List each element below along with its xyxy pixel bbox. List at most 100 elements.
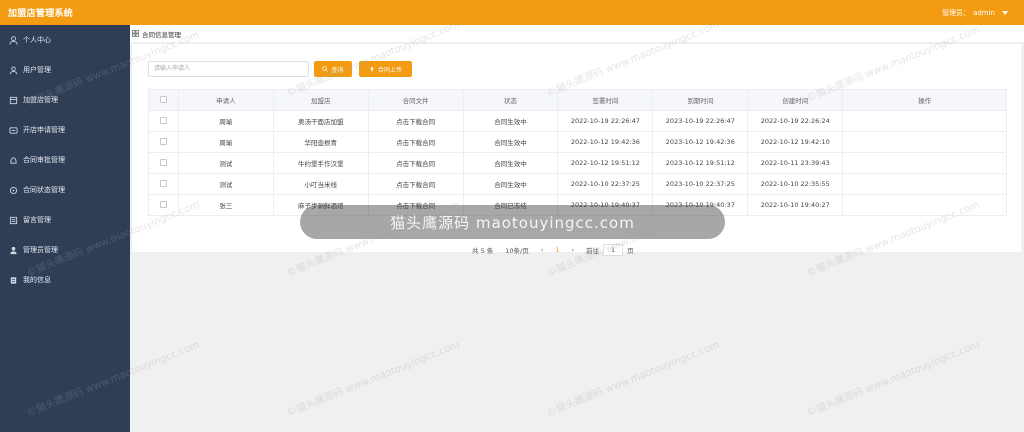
store-cell: 小叮当米线 (273, 173, 369, 195)
breadcrumb-label: 合同信息管理 (142, 30, 181, 39)
column-header: 加盟店 (273, 89, 369, 111)
status-cell: 合同生效中 (463, 152, 559, 174)
expire-time-cell: 2023-10-12 19:51:12 (652, 152, 749, 174)
status-cell: 合同生效中 (463, 131, 559, 153)
sidebar-item-label: 合同状态管理 (23, 186, 65, 194)
store-cell: 奥汤干面店加盟 (273, 110, 369, 132)
created-time-cell: 2022-10-12 19:42:10 (747, 131, 844, 153)
row-checkbox[interactable] (159, 200, 167, 208)
sidebar-item-applications[interactable]: 开店申请管理 (0, 115, 130, 145)
pagination: 共 5 条 10条/页 ‹ 1 › 前往 1 页 (472, 244, 634, 256)
actions-cell (842, 110, 1007, 132)
created-time-cell: 2022-10-10 22:35:55 (747, 173, 844, 195)
page-suffix: 页 (627, 247, 634, 255)
page-size-select[interactable]: 10条/页 (505, 245, 528, 255)
upload-contract-button[interactable]: 合同上传 (359, 61, 412, 77)
admin-icon (9, 246, 18, 255)
created-time-cell: 2022-10-10 19:40:27 (747, 194, 844, 216)
sidebar-item-contract-approval[interactable]: 合同审批管理 (0, 145, 130, 175)
store-icon (9, 96, 18, 105)
table-row: 测试 小叮当米线 点击下载合同 合同生效中 2022-10-10 22:37:2… (148, 173, 1007, 195)
search-button[interactable]: 查询 (314, 61, 352, 77)
column-header: 合同文件 (368, 89, 464, 111)
top-bar: 加盟店管理系统 管理员： admin (0, 0, 1024, 25)
actions-cell (842, 194, 1007, 216)
prev-page-icon[interactable]: ‹ (541, 246, 544, 254)
upload-button-label: 合同上传 (377, 66, 402, 74)
search-icon (322, 66, 329, 72)
admin-name: admin (973, 9, 995, 17)
goto-page-input[interactable]: 1 (603, 244, 624, 256)
sidebar-item-label: 合同审批管理 (23, 156, 65, 164)
status-cell: 合同生效中 (463, 173, 559, 195)
table-row: 周瑜 奥汤干面店加盟 点击下载合同 合同生效中 2022-10-19 22:26… (148, 110, 1007, 132)
table-header-row: 申请人 加盟店 合同文件 状态 签署时间 到期时间 创建时间 操作 (148, 89, 1007, 111)
signed-time-cell: 2022-10-12 19:51:12 (557, 152, 654, 174)
expire-time-cell: 2023-10-19 22:26:47 (652, 110, 749, 132)
store-cell: 牛约堡手作汉堡 (273, 152, 369, 174)
column-header: 申请人 (178, 89, 274, 111)
admin-menu[interactable]: 管理员： admin (942, 8, 1008, 18)
upload-icon (370, 66, 374, 72)
status-cell: 合同生效中 (463, 110, 559, 132)
applicant-cell: 周瑜 (178, 110, 274, 132)
sidebar-item-stores[interactable]: 加盟店管理 (0, 85, 130, 115)
actions-cell (842, 152, 1007, 174)
row-checkbox[interactable] (159, 116, 167, 124)
applicant-cell: 测试 (178, 152, 274, 174)
table-row: 周瑜 华阳壶根青 点击下载合同 合同生效中 2022-10-12 19:42:3… (148, 131, 1007, 153)
applicant-cell: 测试 (178, 173, 274, 195)
person-icon (9, 35, 18, 45)
contract-table: 申请人 加盟店 合同文件 状态 签署时间 到期时间 创建时间 操作 周瑜 奥汤干… (148, 89, 1007, 216)
row-checkbox[interactable] (159, 158, 167, 166)
sidebar-item-my-info[interactable]: 我的信息 (0, 265, 130, 295)
table-row: 测试 牛约堡手作汉堡 点击下载合同 合同生效中 2022-10-12 19:51… (148, 152, 1007, 174)
applicant-cell: 周瑜 (178, 131, 274, 153)
sidebar-item-profile[interactable]: 个人中心 (0, 25, 130, 55)
signed-time-cell: 2022-10-10 22:37:25 (557, 173, 654, 195)
grid-icon (132, 30, 139, 37)
applicant-cell: 张三 (178, 194, 274, 216)
sidebar-item-label: 留言管理 (23, 216, 51, 224)
sidebar: 个人中心 用户管理 加盟店管理 开店申请管理 合同审批管理 合同状态管理 留言管… (0, 25, 130, 432)
current-page[interactable]: 1 (555, 246, 559, 254)
sidebar-item-label: 加盟店管理 (23, 96, 58, 104)
sidebar-item-contract-status[interactable]: 合同状态管理 (0, 175, 130, 205)
search-input[interactable]: 请输入申请人 (148, 61, 309, 77)
user-icon (9, 65, 18, 75)
download-contract-link[interactable]: 点击下载合同 (368, 131, 464, 153)
toast-overlay: 猫头鹰源码 maotouyingcc.com (300, 205, 725, 239)
download-contract-link[interactable]: 点击下载合同 (368, 152, 464, 174)
app-title: 加盟店管理系统 (8, 9, 74, 19)
sidebar-item-label: 开店申请管理 (23, 126, 65, 134)
column-header: 状态 (463, 89, 559, 111)
select-all-checkbox[interactable] (159, 95, 167, 103)
row-checkbox[interactable] (159, 179, 167, 187)
message-icon (9, 216, 18, 225)
sidebar-item-label: 用户管理 (23, 66, 51, 74)
sidebar-item-messages[interactable]: 留言管理 (0, 205, 130, 235)
download-contract-link[interactable]: 点击下载合同 (368, 110, 464, 132)
next-page-icon[interactable]: › (572, 246, 575, 254)
signed-time-cell: 2022-10-12 19:42:36 (557, 131, 654, 153)
actions-cell (842, 131, 1007, 153)
sidebar-item-admins[interactable]: 管理员管理 (0, 235, 130, 265)
sidebar-item-users[interactable]: 用户管理 (0, 55, 130, 85)
created-time-cell: 2022-10-11 23:39:43 (747, 152, 844, 174)
info-icon (9, 276, 18, 285)
admin-label: 管理员： (942, 9, 971, 17)
download-contract-link[interactable]: 点击下载合同 (368, 173, 464, 195)
select-all-cell[interactable] (148, 89, 179, 111)
column-header: 创建时间 (747, 89, 844, 111)
signed-time-cell: 2022-10-19 22:26:47 (557, 110, 654, 132)
goto-label: 前往 (586, 247, 600, 255)
row-checkbox[interactable] (159, 137, 167, 145)
sidebar-item-label: 管理员管理 (23, 246, 58, 254)
breadcrumb: 合同信息管理 (130, 25, 1024, 42)
expire-time-cell: 2023-10-12 19:42:36 (652, 131, 749, 153)
actions-cell (842, 173, 1007, 195)
approve-icon (9, 156, 18, 165)
search-button-label: 查询 (331, 66, 344, 74)
status-icon (9, 186, 18, 195)
column-header: 到期时间 (652, 89, 749, 111)
